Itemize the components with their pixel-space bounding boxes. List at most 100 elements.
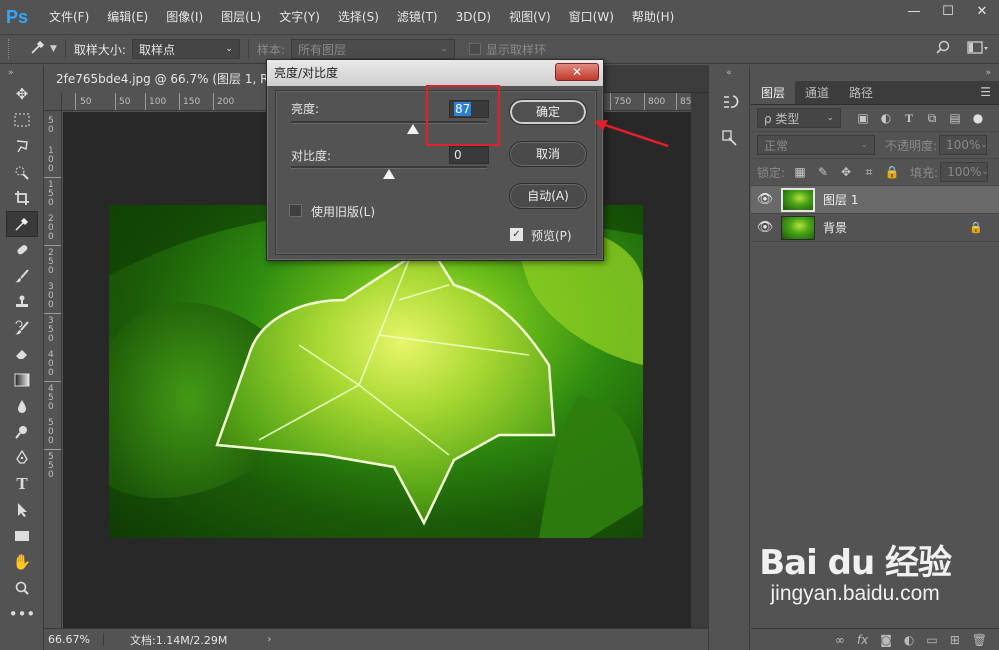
link-icon[interactable]: ∞ — [835, 633, 845, 647]
lock-artboard-icon[interactable]: ⌗ — [861, 164, 877, 180]
menu-view[interactable]: 视图(V) — [500, 0, 560, 34]
layer-filter-row: ρ 类型 ⌄ ▣ ◐ T ⧉ ▤ ● — [751, 105, 999, 132]
more-tools-button[interactable]: ••• — [6, 601, 38, 627]
zoom-level[interactable]: 66.67% — [44, 633, 104, 646]
image-filter-icon[interactable]: ▣ — [855, 110, 871, 126]
menu-edit[interactable]: 编辑(E) — [98, 0, 157, 34]
brush-tool[interactable] — [6, 263, 38, 289]
menu-window[interactable]: 窗口(W) — [560, 0, 623, 34]
contrast-slider-thumb[interactable] — [383, 169, 395, 179]
eye-icon[interactable]: 👁 — [751, 220, 779, 235]
menu-file[interactable]: 文件(F) — [40, 0, 98, 34]
clone-stamp-tool[interactable] — [6, 289, 38, 315]
gradient-tool[interactable] — [6, 367, 38, 393]
zoom-tool[interactable] — [6, 575, 38, 601]
layer-name: 背景 — [823, 221, 848, 235]
brightness-slider-thumb[interactable] — [406, 124, 419, 134]
layer-row[interactable]: 👁 背景 🔒 — [751, 214, 999, 242]
menu-layer[interactable]: 图层(L) — [212, 0, 270, 34]
move-tool[interactable]: ✥ — [6, 81, 38, 107]
lock-position-icon[interactable]: ✥ — [838, 164, 854, 180]
document-tab[interactable]: 2fe765bde4.jpg @ 66.7% (图层 1, RGB/ — [44, 65, 304, 93]
menu-type[interactable]: 文字(Y) — [270, 0, 329, 34]
show-sampling-ring-checkbox[interactable] — [469, 43, 482, 55]
tools-collapse-button[interactable]: » — [0, 65, 43, 81]
search-icon[interactable] — [935, 40, 951, 59]
fx-icon[interactable]: fx — [857, 633, 868, 647]
close-window-button[interactable]: ✕ — [965, 0, 999, 22]
auto-button[interactable]: 自动(A) — [509, 183, 587, 209]
fill-field[interactable]: 100% ⌄ — [940, 162, 989, 182]
new-layer-icon[interactable]: ⊞ — [950, 633, 960, 647]
tab-channels[interactable]: 通道 — [795, 81, 839, 104]
trash-icon[interactable]: 🗑 — [972, 633, 987, 647]
smart-object-filter-icon[interactable]: ▤ — [947, 110, 963, 126]
cancel-button[interactable]: 取消 — [509, 141, 587, 167]
sample-size-select[interactable]: 取样点 ⌄ — [131, 39, 240, 59]
menu-image[interactable]: 图像(I) — [157, 0, 212, 34]
use-legacy-checkbox[interactable] — [289, 204, 302, 217]
group-icon[interactable]: ▭ — [926, 633, 937, 647]
eye-icon[interactable]: 👁 — [751, 192, 779, 207]
menu-select[interactable]: 选择(S) — [329, 0, 388, 34]
blur-tool[interactable] — [6, 393, 38, 419]
maximize-button[interactable]: ☐ — [931, 0, 965, 22]
history-panel-button[interactable] — [715, 91, 745, 117]
menu-items: 文件(F) 编辑(E) 图像(I) 图层(L) 文字(Y) 选择(S) 滤镜(T… — [40, 0, 683, 34]
menu-filter[interactable]: 滤镜(T) — [388, 0, 447, 34]
lock-all-icon[interactable]: 🔒 — [884, 164, 900, 180]
options-grip[interactable] — [8, 39, 16, 59]
opacity-field[interactable]: 100% ⌄ — [939, 135, 988, 155]
properties-panel-button[interactable] — [715, 127, 745, 153]
tab-layers[interactable]: 图层 — [751, 81, 796, 104]
contrast-input[interactable]: 0 — [449, 146, 489, 164]
blend-mode-select[interactable]: 正常 ⌄ — [757, 135, 875, 155]
preview-checkbox[interactable]: ✓ — [510, 228, 523, 241]
lasso-tool[interactable] — [6, 133, 38, 159]
minimize-button[interactable]: — — [897, 0, 931, 22]
path-selection-tool[interactable] — [6, 497, 38, 523]
dodge-tool[interactable] — [6, 419, 38, 445]
vertical-scrollbar[interactable] — [691, 93, 708, 628]
crop-tool[interactable] — [6, 185, 38, 211]
layer-filter-select[interactable]: ρ 类型 ⌄ — [757, 108, 841, 128]
adjustment-filter-icon[interactable]: ◐ — [878, 110, 894, 126]
eyedropper-tool[interactable] — [6, 211, 38, 237]
panel-menu-icon[interactable]: ☰ — [980, 85, 991, 99]
sample-size-value: 取样点 — [138, 42, 175, 57]
dock-expand-button[interactable]: « — [709, 65, 749, 81]
dialog-title-bar[interactable]: 亮度/对比度 ✕ — [267, 60, 603, 86]
rectangle-tool[interactable] — [6, 523, 38, 549]
quick-selection-tool[interactable] — [6, 159, 38, 185]
vertical-ruler[interactable]: 5 0 1 0 0 1 5 0 2 0 0 2 5 0 3 0 0 3 5 0 … — [44, 111, 62, 628]
adjustment-icon[interactable]: ◐ — [904, 633, 914, 647]
menu-3d[interactable]: 3D(D) — [447, 0, 500, 34]
marquee-tool[interactable] — [6, 107, 38, 133]
eyedropper-preset-icon[interactable] — [30, 39, 46, 59]
healing-brush-tool[interactable] — [6, 237, 38, 263]
status-menu-arrow[interactable]: › — [267, 634, 271, 645]
panel-collapse-button[interactable]: » — [751, 65, 999, 81]
divider — [64, 39, 66, 59]
eraser-tool[interactable] — [6, 341, 38, 367]
lock-row: 锁定: ▦ ✎ ✥ ⌗ 🔒 填充: 100% ⌄ — [751, 159, 999, 186]
tab-paths[interactable]: 路径 — [839, 81, 883, 104]
hand-icon: ✋ — [12, 553, 32, 571]
pen-tool[interactable] — [6, 445, 38, 471]
chevron-down-icon[interactable]: ▼ — [50, 44, 57, 54]
lock-paint-icon[interactable]: ✎ — [815, 164, 831, 180]
layer-row[interactable]: 👁 图层 1 — [751, 186, 999, 214]
dialog-close-button[interactable]: ✕ — [555, 63, 599, 81]
mask-icon[interactable]: ◙ — [880, 633, 892, 647]
sample-select[interactable]: 所有图层 ⌄ — [291, 39, 456, 59]
filter-toggle-icon[interactable]: ● — [970, 110, 986, 126]
type-tool[interactable]: T — [6, 471, 38, 497]
hand-tool[interactable]: ✋ — [6, 549, 38, 575]
menu-help[interactable]: 帮助(H) — [623, 0, 683, 34]
lock-transparency-icon[interactable]: ▦ — [792, 164, 808, 180]
workspace-icon[interactable] — [967, 40, 989, 59]
type-filter-icon[interactable]: T — [901, 110, 917, 126]
ok-button[interactable]: 确定 — [509, 99, 587, 125]
history-brush-tool[interactable] — [6, 315, 38, 341]
shape-filter-icon[interactable]: ⧉ — [924, 110, 940, 126]
